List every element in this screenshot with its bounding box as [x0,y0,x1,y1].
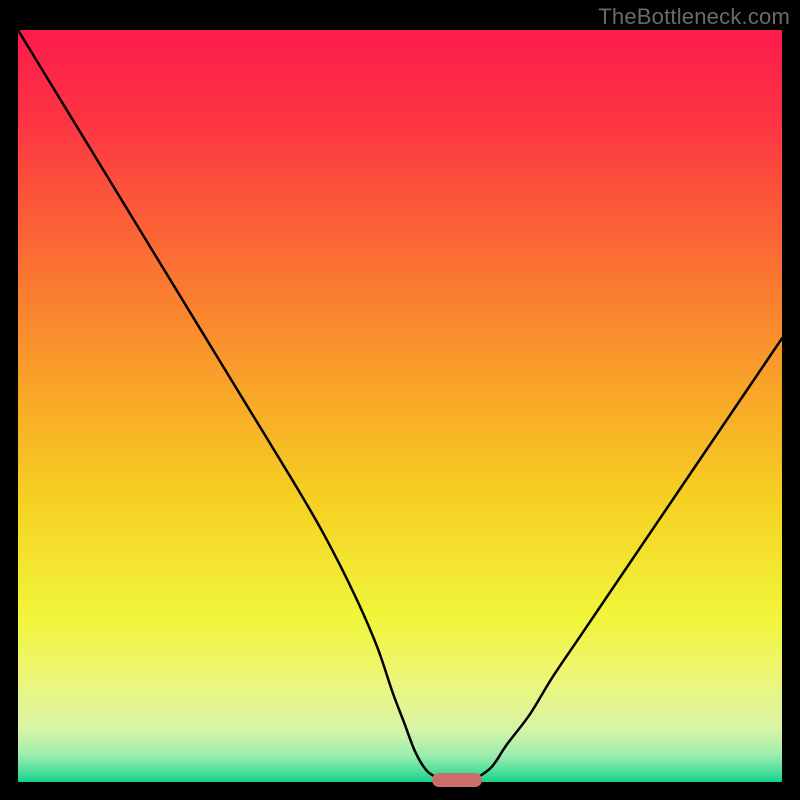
chart-frame: TheBottleneck.com [0,0,800,800]
bottleneck-chart [18,30,782,782]
watermark-text: TheBottleneck.com [598,4,790,30]
optimal-marker [432,773,482,787]
gradient-background [18,30,782,782]
plot-area [18,30,782,782]
